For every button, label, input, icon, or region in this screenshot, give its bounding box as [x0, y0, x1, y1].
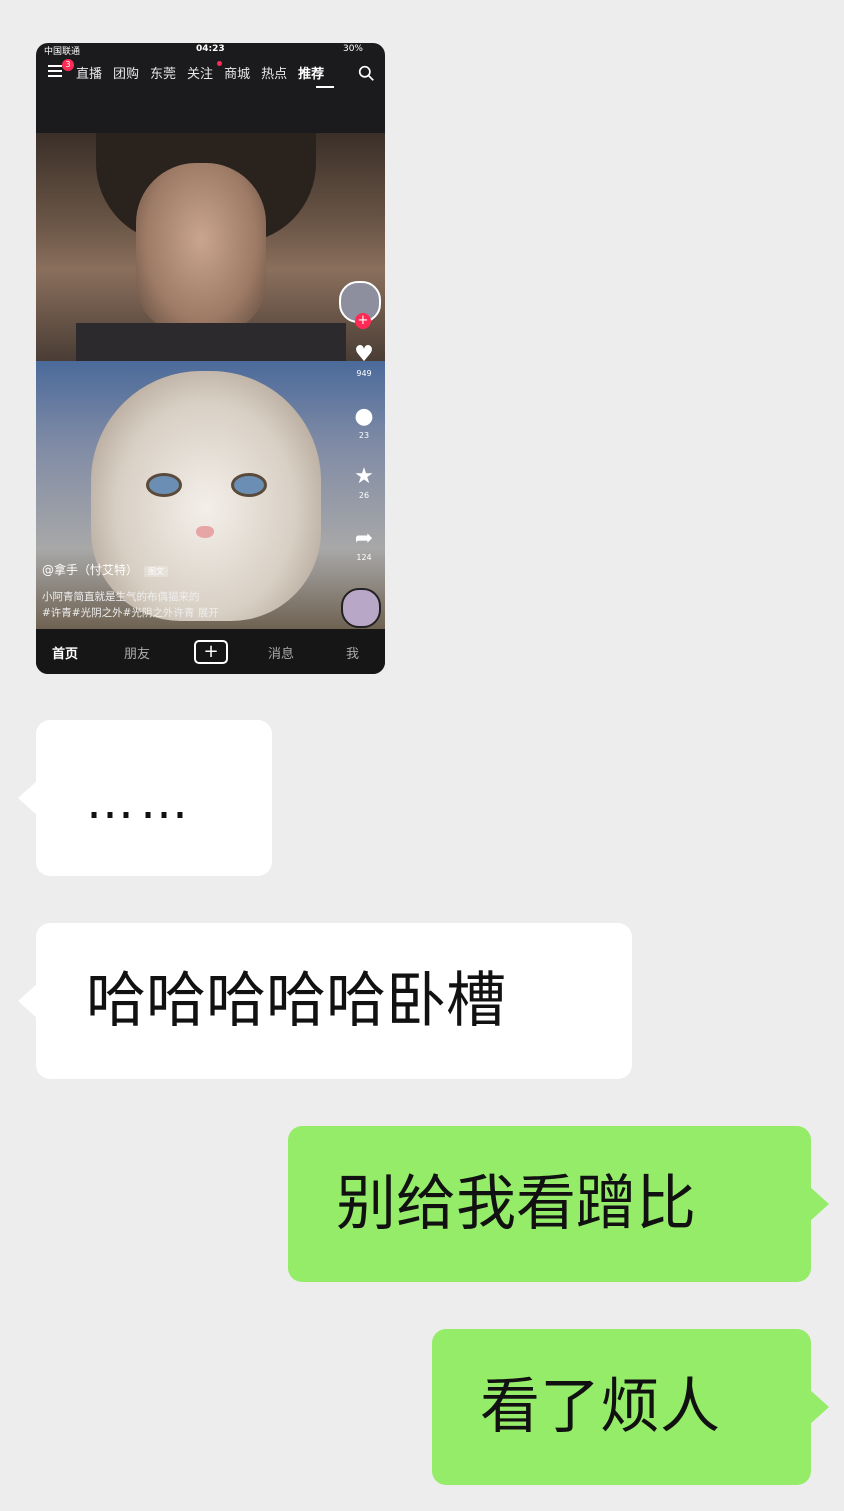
- status-bar: 中国联通 04:23 30%: [36, 43, 385, 57]
- outgoing-message-bubble[interactable]: 看了烦人: [432, 1329, 829, 1485]
- tab-following[interactable]: 关注: [187, 63, 213, 82]
- heart-icon: ♥: [354, 342, 374, 367]
- video-caption: 小阿青简直就是生气的布偶猫来的 #许青#光阴之外#光阴之外许青 展开: [42, 591, 219, 619]
- post-type-tag: 图文: [144, 566, 169, 577]
- message-text: 哈哈哈哈哈卧槽: [86, 966, 506, 1036]
- top-navigation: 3 直播 团购 东莞 关注 商城 热点 推荐: [36, 57, 385, 88]
- message-text: ……: [86, 774, 194, 830]
- nav-messages[interactable]: 消息: [268, 643, 294, 662]
- top-video-frame: [36, 133, 385, 363]
- message-text: 看了烦人: [480, 1372, 720, 1442]
- music-disc[interactable]: [341, 588, 381, 628]
- following-dot: [217, 61, 222, 66]
- search-icon[interactable]: [358, 65, 375, 82]
- nav-home[interactable]: 首页: [52, 643, 78, 662]
- tab-groupbuy[interactable]: 团购: [113, 63, 139, 82]
- nav-me[interactable]: 我: [346, 643, 359, 662]
- tab-recommended[interactable]: 推荐: [298, 63, 324, 82]
- favorite-button[interactable]: ★ 26: [349, 464, 379, 501]
- share-icon: ➦: [354, 526, 374, 551]
- incoming-message-bubble[interactable]: 哈哈哈哈哈卧槽: [18, 923, 632, 1079]
- tab-dongguan[interactable]: 东莞: [150, 63, 176, 82]
- author-name[interactable]: @拿手（忖艾特） 图文: [42, 561, 169, 578]
- carrier-label: 中国联通: [44, 47, 81, 57]
- star-icon: ★: [354, 464, 374, 489]
- menu-icon[interactable]: [48, 65, 62, 77]
- shared-screenshot-image[interactable]: 中国联通 04:23 30% 3 直播 团购 东莞 关注 商城 热点 推荐 + ♥ 949 ●…: [36, 43, 385, 674]
- incoming-message-bubble[interactable]: ……: [18, 720, 272, 876]
- time-label: 04:23: [196, 44, 225, 54]
- tab-live[interactable]: 直播: [76, 63, 102, 82]
- cat-face: [91, 371, 321, 621]
- add-post-button[interactable]: +: [194, 640, 228, 664]
- like-button[interactable]: ♥ 949: [349, 342, 379, 379]
- active-tab-underline: [316, 86, 334, 88]
- comment-button[interactable]: ● 23: [349, 404, 379, 441]
- character-face: [136, 163, 266, 333]
- nav-friends[interactable]: 朋友: [124, 643, 150, 662]
- outgoing-message-bubble[interactable]: 别给我看蹭比: [288, 1126, 829, 1282]
- notification-badge: 3: [62, 59, 74, 71]
- tab-trending[interactable]: 热点: [261, 63, 287, 82]
- bottom-navigation: 首页 朋友 + 消息 我: [36, 629, 385, 674]
- comment-icon: ●: [354, 404, 374, 429]
- tab-mall[interactable]: 商城: [224, 63, 250, 82]
- share-button[interactable]: ➦ 124: [349, 526, 379, 563]
- battery-label: 30%: [342, 44, 363, 54]
- message-text: 别给我看蹭比: [336, 1169, 696, 1239]
- follow-plus-icon[interactable]: +: [355, 313, 371, 329]
